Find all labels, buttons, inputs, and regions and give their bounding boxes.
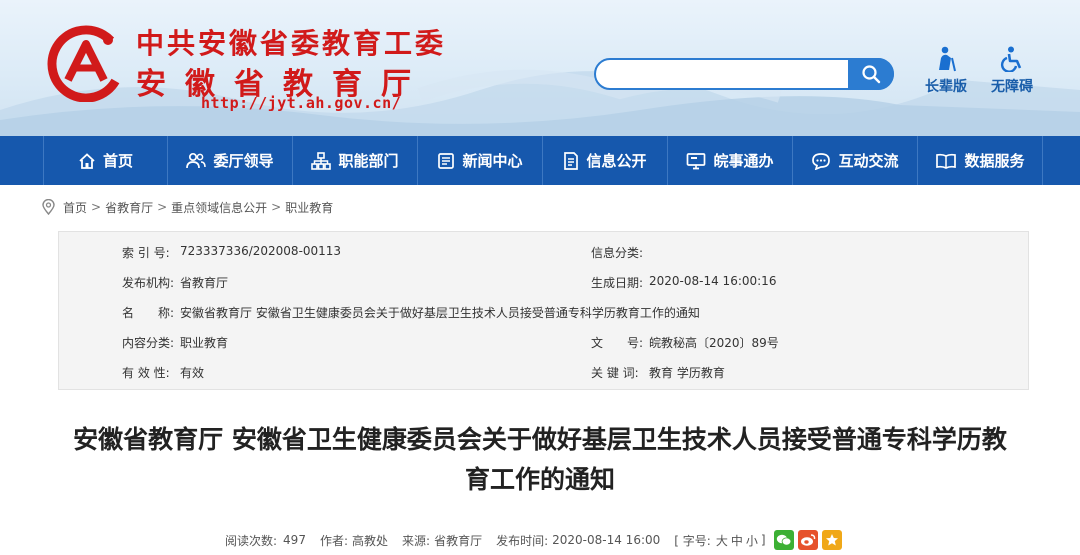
metadata-row: 有 效 性: 有效 关 键 词: 教育 学历教育 (59, 364, 1030, 384)
breadcrumb-disclosure[interactable]: 重点领域信息公开 (171, 199, 267, 216)
book-icon (936, 153, 957, 169)
font-size-label: [ 字号: (674, 533, 711, 548)
keywords-label: 关 键 词: (591, 366, 639, 380)
elder-version-link[interactable]: 长辈版 (916, 46, 976, 96)
breadcrumb-department[interactable]: 省教育厅 (105, 199, 153, 216)
keywords-value: 教育 学历教育 (649, 366, 725, 380)
article-title-line: 安徽省教育厅 安徽省卫生健康委员会关于做好基层卫生技术人员接受普通专科学历教 (73, 425, 1007, 454)
breadcrumb-separator: > (91, 200, 102, 214)
document-number-value: 皖教秘高〔2020〕89号 (649, 336, 779, 350)
nav-item-label: 职能部门 (338, 152, 399, 170)
article-meta: 阅读次数: 497 作者: 高教处 来源: 省教育厅 发布时间: 2020-08… (225, 529, 842, 551)
favorite-icon (825, 534, 838, 546)
font-size-medium[interactable]: 中 (731, 532, 743, 549)
index-number-label: 索 引 号: (122, 246, 170, 260)
nav-item-label: 数据服务 (964, 152, 1025, 170)
breadcrumb-home[interactable]: 首页 (63, 199, 87, 216)
nav-item-data-services[interactable]: 数据服务 (918, 136, 1043, 185)
author-value: 高教处 (352, 533, 389, 548)
location-pin-icon (42, 199, 55, 215)
leaders-icon (186, 152, 207, 168)
nav-item-label: 新闻中心 (462, 152, 523, 170)
accessibility-label: 无障碍 (991, 79, 1033, 95)
metadata-row: 发布机构: 省教育厅 生成日期: 2020-08-14 16:00:16 (59, 274, 1030, 294)
nav-item-label: 委厅领导 (213, 152, 274, 170)
search-bar (594, 58, 894, 90)
search-button[interactable] (848, 58, 894, 90)
index-number-value: 723337336/202008-00113 (180, 244, 342, 258)
breadcrumb-separator: > (271, 200, 282, 214)
site-url[interactable]: http://jyt.ah.gov.cn/ (201, 94, 401, 112)
validity-label: 有 效 性: (122, 366, 170, 380)
document-icon (564, 151, 579, 170)
metadata-row: 索 引 号: 723337336/202008-00113 信息分类: (59, 244, 1030, 264)
site-header: 中共安徽省委教育工委 安徽省教育厅 http://jyt.ah.gov.cn/ … (0, 0, 1080, 136)
document-metadata-table: 索 引 号: 723337336/202008-00113 信息分类: 发布机构… (58, 231, 1029, 390)
read-count-label: 阅读次数: (225, 533, 278, 548)
breadcrumb-current[interactable]: 职业教育 (285, 199, 333, 216)
generated-date-value: 2020-08-14 16:00:16 (649, 274, 777, 288)
elder-version-label: 长辈版 (925, 79, 967, 95)
nav-item-news[interactable]: 新闻中心 (418, 136, 543, 185)
source-label: 来源: (402, 533, 431, 548)
info-category-label: 信息分类: (591, 246, 644, 260)
publish-time-label: 发布时间: (496, 533, 549, 548)
source-value: 省教育厅 (434, 533, 483, 548)
author-label: 作者: (319, 533, 348, 548)
content-category-label: 内容分类: (122, 336, 175, 350)
main-nav: 首页 委厅领导 职能部门 新闻中心 信息公开 皖事通办 互动交流 数据服务 (0, 136, 1080, 185)
nav-item-info-disclosure[interactable]: 信息公开 (543, 136, 668, 185)
nav-item-home[interactable]: 首页 (43, 136, 168, 185)
home-icon (79, 152, 95, 169)
metadata-row: 名 称: 安徽省教育厅 安徽省卫生健康委员会关于做好基层卫生技术人员接受普通专科… (59, 304, 1030, 324)
nav-item-label: 首页 (102, 152, 133, 170)
elder-icon (916, 46, 976, 72)
nav-item-services[interactable]: 皖事通办 (668, 136, 793, 185)
chat-icon (812, 152, 831, 170)
article-title: 安徽省教育厅 安徽省卫生健康委员会关于做好基层卫生技术人员接受普通专科学历教 育… (40, 420, 1040, 500)
favorite-button[interactable] (821, 530, 842, 550)
document-name-value: 安徽省教育厅 安徽省卫生健康委员会关于做好基层卫生技术人员接受普通专科学历教育工… (180, 306, 700, 320)
font-size-large[interactable]: 大 (716, 532, 728, 549)
monitor-icon (687, 152, 706, 169)
document-name-label: 名 称: (122, 306, 175, 320)
share-wechat-button[interactable] (773, 530, 794, 550)
font-size-small[interactable]: 小 (746, 532, 758, 549)
wheelchair-icon (982, 46, 1042, 73)
site-logo-icon[interactable] (46, 22, 126, 102)
breadcrumb-separator: > (157, 200, 168, 214)
search-icon (862, 65, 881, 84)
publisher-label: 发布机构: (122, 276, 175, 290)
content-category-value: 职业教育 (180, 336, 229, 350)
article-title-line: 育工作的通知 (464, 465, 615, 494)
nav-item-label: 互动交流 (838, 152, 899, 170)
read-count-value: 497 (283, 533, 306, 547)
nav-item-leaders[interactable]: 委厅领导 (168, 136, 293, 185)
breadcrumb: 首页 > 省教育厅 > 重点领域信息公开 > 职业教育 (42, 198, 333, 216)
wechat-icon (776, 534, 791, 546)
weibo-icon (800, 534, 815, 546)
font-size-close: ] (760, 533, 766, 547)
search-input[interactable] (608, 64, 844, 84)
publisher-value: 省教育厅 (180, 276, 229, 290)
nav-item-label: 信息公开 (586, 152, 647, 170)
accessibility-link[interactable]: 无障碍 (982, 46, 1042, 96)
publish-time-value: 2020-08-14 16:00 (552, 533, 661, 547)
nav-item-label: 皖事通办 (713, 152, 774, 170)
metadata-row: 内容分类: 职业教育 文 号: 皖教秘高〔2020〕89号 (59, 334, 1030, 354)
org-chart-icon (311, 151, 332, 170)
nav-item-interaction[interactable]: 互动交流 (793, 136, 918, 185)
share-weibo-button[interactable] (797, 530, 818, 550)
newspaper-icon (438, 152, 455, 169)
site-name-line1[interactable]: 中共安徽省委教育工委 (136, 22, 446, 62)
validity-value: 有效 (180, 366, 205, 380)
generated-date-label: 生成日期: (591, 276, 644, 290)
nav-item-departments[interactable]: 职能部门 (293, 136, 418, 185)
document-number-label: 文 号: (591, 336, 644, 350)
